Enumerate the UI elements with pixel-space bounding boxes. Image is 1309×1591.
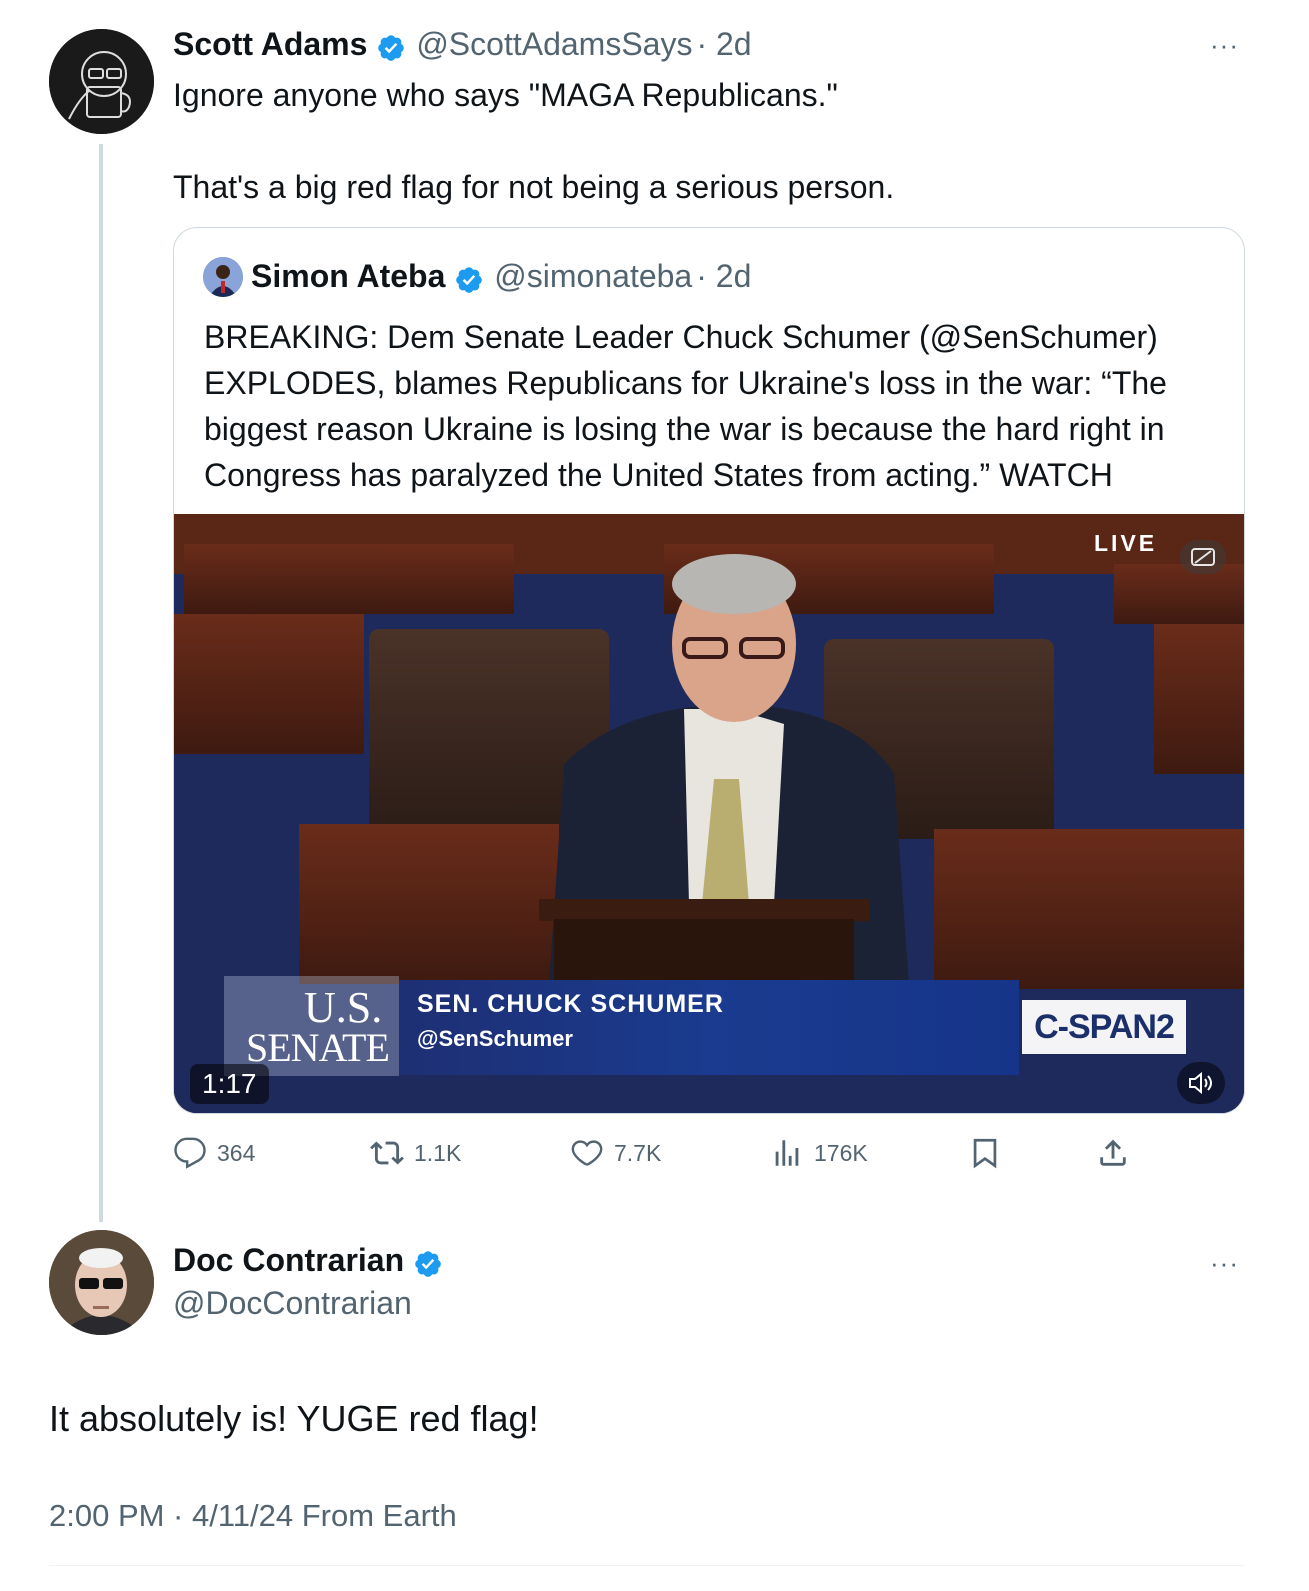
reply-avatar-photo [49,1230,154,1335]
share-button[interactable] [1096,1136,1140,1170]
heart-icon [571,1140,603,1166]
thread-connector-line [99,144,103,1222]
verified-badge-icon [376,33,406,68]
senate-logo-us: U.S. [304,983,383,1032]
quoted-tweet-card[interactable]: Simon Ateba @simonateba · 2d BREAKING: De… [173,227,1245,1114]
quoted-author-handle: @simonateba [494,258,693,294]
closed-captions-icon[interactable] [1180,540,1226,574]
quoted-text-line-1: BREAKING: Dem Senate Leader Chuck Schume… [204,319,1158,355]
reply-more-options-icon[interactable]: ··· [1210,1248,1239,1279]
author-avatar[interactable] [49,29,154,134]
like-count: 7.7K [614,1139,662,1166]
bottom-divider [49,1565,1244,1566]
reply-header: Doc Contrarian [173,1242,443,1284]
video-player[interactable]: LIVE U.S. SENATE SEN. CHUCK SCHUMER @Sen… [174,514,1244,1113]
reply-author-handle[interactable]: @DocContrarian [173,1285,412,1322]
senate-logo-senate: SENATE [246,1025,390,1070]
lower-third-chyron: SEN. CHUCK SCHUMER @SenSchumer [399,980,1019,1075]
volume-muted-icon[interactable] [1177,1062,1225,1104]
views-chart-icon [775,1140,799,1166]
author-name[interactable]: Scott Adams [173,26,367,62]
repost-button[interactable]: 1.1K [370,1136,461,1170]
chyron-name: SEN. CHUCK SCHUMER [417,990,724,1018]
tweet-text-line-2: That's a big red flag for not being a se… [173,169,895,205]
quoted-text-line-3: biggest reason Ukraine is losing the war… [204,411,1165,447]
author-handle[interactable]: @ScottAdamsSays [416,26,692,62]
tweet-header: Scott Adams @ScottAdamsSays · 2d [173,26,752,66]
senate-logo: U.S. SENATE [224,976,399,1076]
quoted-text-line-4: Congress has paralyzed the United States… [204,457,1113,493]
quoted-tweet-header: Simon Ateba @simonateba · 2d [251,258,751,300]
quoted-text-line-2: EXPLODES, blames Republicans for Ukraine… [204,365,1167,401]
views-button[interactable]: 176K [770,1136,868,1170]
more-options-icon[interactable]: ··· [1210,30,1239,61]
bookmark-icon [973,1138,997,1169]
repost-count: 1.1K [414,1139,462,1166]
share-icon [1100,1139,1126,1166]
live-indicator: LIVE [1094,530,1158,556]
views-count: 176K [814,1139,868,1166]
reply-icon [174,1137,206,1169]
video-duration: 1:17 [190,1064,269,1104]
chyron-handle: @SenSchumer [417,1026,573,1051]
tweet-text-line-1: Ignore anyone who says "MAGA Republicans… [173,77,838,113]
quoted-author-name[interactable]: Simon Ateba [251,258,445,294]
quoted-author-avatar [203,257,243,297]
tweet-time[interactable]: · 2d [696,26,751,62]
reply-text: It absolutely is! YUGE red flag! [49,1398,539,1439]
quoted-tweet-time: · 2d [696,258,752,294]
reply-button[interactable]: 364 [173,1136,255,1170]
avatar-illustration [49,29,154,134]
reply-author-name[interactable]: Doc Contrarian [173,1242,404,1278]
reply-count: 364 [217,1139,256,1166]
repost-icon [370,1141,404,1165]
like-button[interactable]: 7.7K [570,1136,661,1170]
network-logo: C-SPAN2 [1022,1000,1186,1054]
verified-badge-icon [413,1249,443,1284]
reply-author-avatar[interactable] [49,1230,154,1335]
bookmark-button[interactable] [968,1136,1012,1170]
verified-badge-icon [454,265,484,300]
reply-timestamp[interactable]: 2:00 PM · 4/11/24 From Earth [49,1498,457,1534]
